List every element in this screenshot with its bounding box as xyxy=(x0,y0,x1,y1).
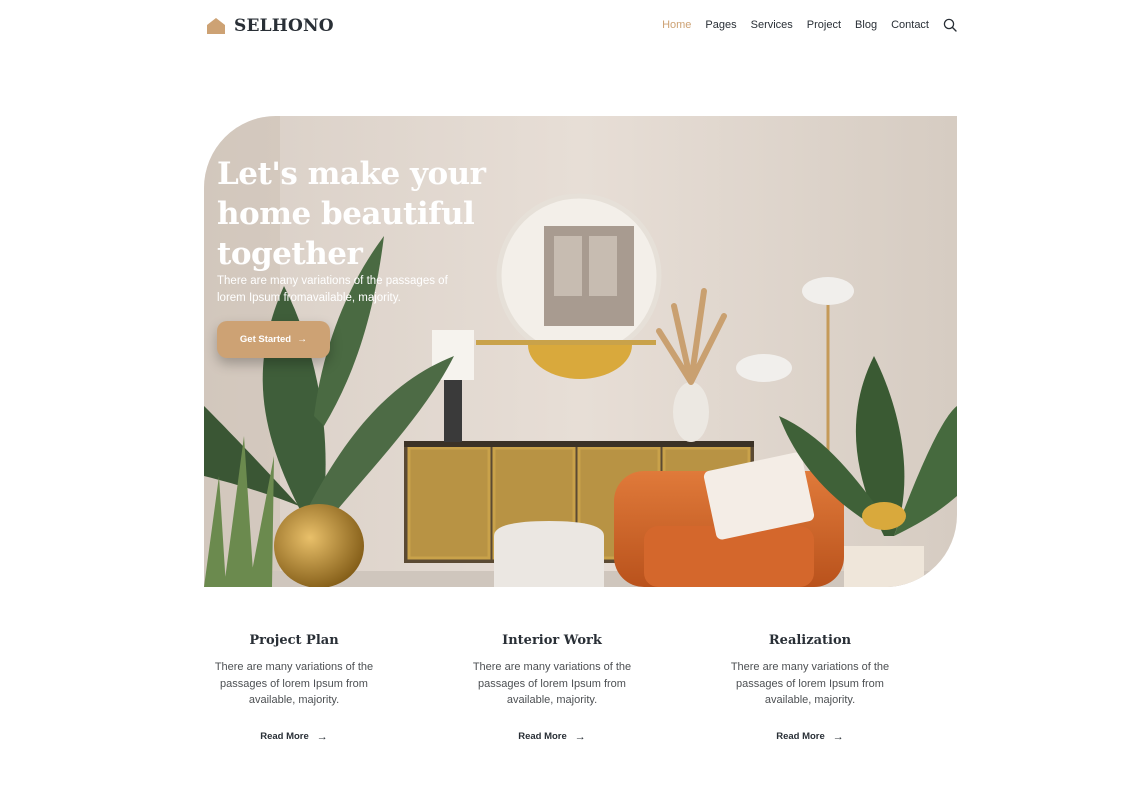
feature-project-plan: Project Plan There are many variations o… xyxy=(204,633,384,744)
arrow-right-icon: → xyxy=(316,730,328,743)
search-icon[interactable] xyxy=(943,18,957,32)
house-icon xyxy=(207,18,225,34)
nav-item-services[interactable]: Services xyxy=(751,19,793,31)
hero-banner: Let's make your home beautiful together … xyxy=(204,116,957,587)
feature-title: Project Plan xyxy=(249,633,339,648)
get-started-label: Get Started xyxy=(239,334,292,345)
feature-interior-work: Interior Work There are many variations … xyxy=(462,633,642,744)
read-more-link[interactable]: Read More → xyxy=(776,731,844,743)
read-more-label: Read More xyxy=(260,731,309,742)
arrow-right-icon: → xyxy=(297,334,308,345)
feature-text: There are many variations of the passage… xyxy=(730,661,890,706)
logo[interactable]: SELHONO xyxy=(206,16,334,36)
main-nav: Home Pages Services Project Blog Contact xyxy=(648,18,957,32)
brand-name: SELHONO xyxy=(234,16,334,36)
get-started-button[interactable]: Get Started → xyxy=(217,321,330,358)
hero-title: Let's make your home beautiful together xyxy=(217,156,486,272)
site-header: SELHONO Home Pages Services Project Blog… xyxy=(204,10,957,42)
arrow-right-icon: → xyxy=(832,730,844,743)
feature-text: There are many variations of the passage… xyxy=(214,661,374,706)
nav-item-contact[interactable]: Contact xyxy=(891,19,929,31)
read-more-label: Read More xyxy=(518,731,567,742)
feature-text: There are many variations of the passage… xyxy=(472,661,632,706)
read-more-link[interactable]: Read More → xyxy=(518,731,586,743)
feature-title: Realization xyxy=(768,633,852,648)
nav-item-project[interactable]: Project xyxy=(807,19,841,31)
feature-title: Interior Work xyxy=(502,633,602,648)
arrow-right-icon: → xyxy=(574,730,586,743)
feature-realization: Realization There are many variations of… xyxy=(720,633,900,744)
nav-item-home[interactable]: Home xyxy=(662,19,691,31)
nav-item-pages[interactable]: Pages xyxy=(705,19,736,31)
read-more-link[interactable]: Read More → xyxy=(260,731,328,743)
nav-item-blog[interactable]: Blog xyxy=(855,19,877,31)
hero-subtitle: There are many variations of the passage… xyxy=(217,275,448,304)
read-more-label: Read More xyxy=(776,731,825,742)
